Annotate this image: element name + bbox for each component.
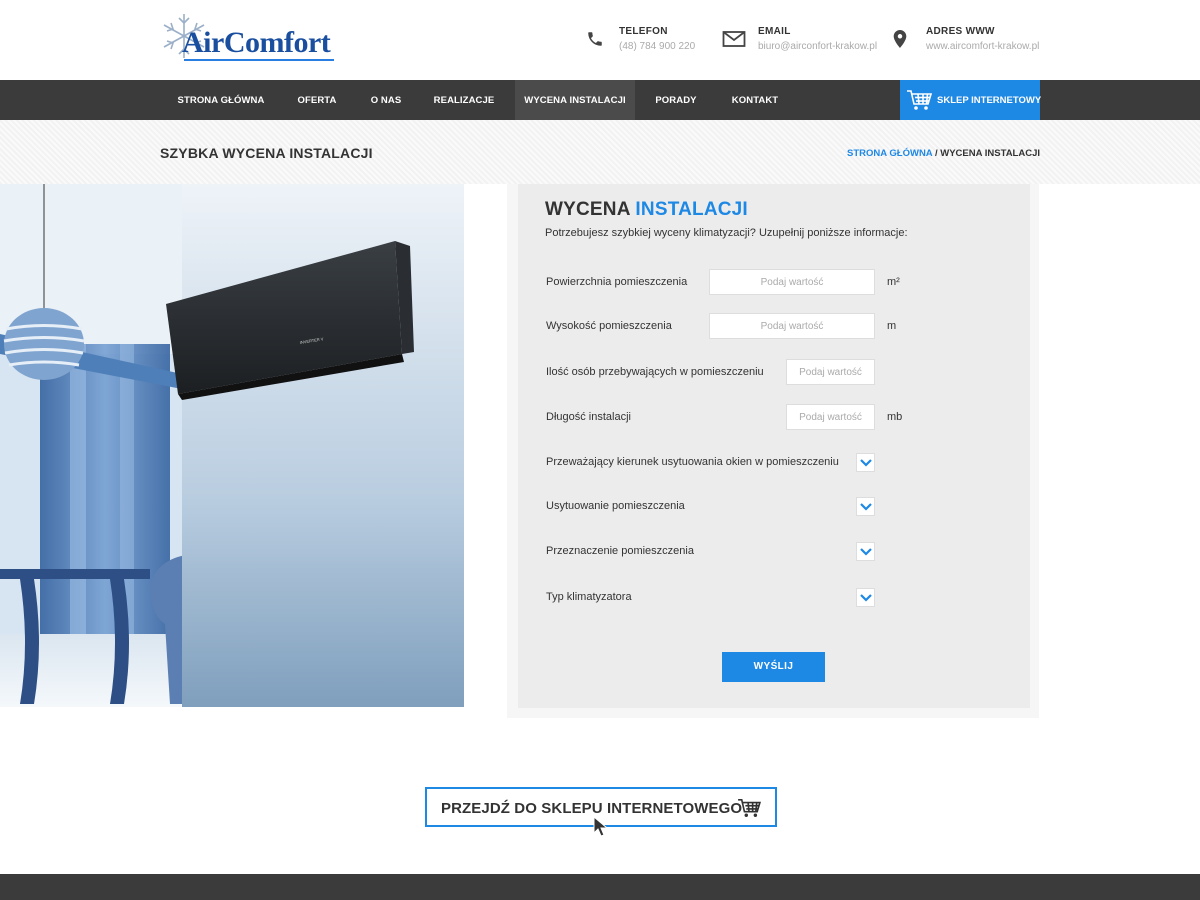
form-subtitle: Potrzebujesz szybkiej wyceny klimatyzacj… — [545, 227, 908, 239]
site-header: AirComfort TELEFON (48) 784 900 220 EMAI… — [0, 0, 1200, 80]
contact-email-value[interactable]: biuro@airconfort-krakow.pl — [758, 41, 877, 52]
contact-phone: TELEFON (48) 784 900 220 — [586, 24, 706, 60]
field-label-length: Długość instalacji — [546, 411, 631, 423]
field-unit-area: m² — [887, 276, 900, 288]
nav-item-kontakt[interactable]: KONTAKT — [720, 80, 790, 120]
breadcrumb-home-link[interactable]: STRONA GŁÓWNA — [847, 148, 932, 159]
air-conditioner-room-illustration: INVERTER V — [0, 184, 464, 707]
people-input[interactable] — [786, 359, 875, 385]
submit-button[interactable]: WYŚLIJ — [722, 652, 825, 682]
room-purpose-select[interactable] — [856, 542, 875, 561]
main-nav: STRONA GŁÓWNA OFERTA O NAS REALIZACJE WY… — [0, 80, 1200, 120]
field-label-area: Powierzchnia pomieszczenia — [546, 276, 688, 288]
page-title: SZYBKA WYCENA INSTALACJI — [160, 145, 373, 161]
title-band: SZYBKA WYCENA INSTALACJI STRONA GŁÓWNA /… — [0, 120, 1200, 184]
form-title: WYCENA INSTALACJI — [545, 199, 748, 221]
contact-phone-value[interactable]: (48) 784 900 220 — [619, 41, 695, 52]
logo-underline — [184, 59, 334, 61]
chevron-down-icon — [860, 548, 872, 556]
field-unit-height: m — [887, 320, 897, 332]
hero-image: INVERTER V — [0, 184, 464, 707]
contact-email: EMAIL biuro@airconfort-krakow.pl — [722, 24, 882, 60]
contact-phone-label: TELEFON — [619, 26, 668, 37]
contact-www-label: ADRES WWW — [926, 26, 995, 37]
envelope-icon — [722, 31, 746, 47]
select-label-purpose: Przeznaczenie pomieszczenia — [546, 545, 694, 557]
field-label-people: Ilość osób przebywających w pomieszczeni… — [546, 366, 764, 378]
field-unit-length: mb — [887, 411, 903, 423]
length-input[interactable] — [786, 404, 875, 430]
cart-icon — [738, 799, 761, 817]
logo-text: AirComfort — [182, 26, 331, 59]
field-label-height: Wysokość pomieszczenia — [546, 320, 672, 332]
select-label-windows: Przeważający kierunek usytuowania okien … — [546, 456, 839, 468]
mouse-pointer-icon — [593, 816, 609, 837]
area-input[interactable] — [709, 269, 875, 295]
chevron-down-icon — [860, 503, 872, 511]
contact-www-value[interactable]: www.aircomfort-krakow.pl — [926, 41, 1039, 52]
select-label-location: Usytuowanie pomieszczenia — [546, 500, 685, 512]
breadcrumb-current: WYCENA INSTALACJI — [940, 148, 1040, 159]
contact-email-label: EMAIL — [758, 26, 791, 37]
shop-button-label: SKLEP INTERNETOWY — [937, 95, 1042, 106]
ac-type-select[interactable] — [856, 588, 875, 607]
chevron-down-icon — [860, 594, 872, 602]
height-input[interactable] — [709, 313, 875, 339]
nav-item-o-nas[interactable]: O NAS — [358, 80, 414, 120]
nav-item-home[interactable]: STRONA GŁÓWNA — [166, 80, 276, 120]
phone-icon — [588, 32, 602, 46]
nav-item-oferta[interactable]: OFERTA — [286, 80, 348, 120]
room-location-select[interactable] — [856, 497, 875, 516]
select-label-ac-type: Typ klimatyzatora — [546, 591, 632, 603]
map-pin-icon — [893, 30, 907, 48]
nav-item-realizacje[interactable]: REALIZACJE — [424, 80, 504, 120]
windows-direction-select[interactable] — [856, 453, 875, 472]
breadcrumb: STRONA GŁÓWNA / WYCENA INSTALACJI — [847, 148, 1040, 159]
go-to-shop-label: PRZEJDŹ DO SKLEPU INTERNETOWEGO — [441, 800, 743, 817]
quote-form — [518, 184, 1030, 708]
shop-button[interactable]: SKLEP INTERNETOWY — [900, 80, 1042, 120]
nav-item-porady[interactable]: PORADY — [644, 80, 708, 120]
chevron-down-icon — [860, 459, 872, 467]
logo[interactable]: AirComfort — [160, 12, 340, 64]
cart-icon — [907, 90, 932, 110]
form-title-main: WYCENA — [545, 199, 636, 220]
nav-item-wycena[interactable]: WYCENA INSTALACJI — [515, 80, 635, 120]
form-title-accent: INSTALACJI — [635, 199, 748, 220]
contact-www: ADRES WWW www.aircomfort-krakow.pl — [893, 24, 1043, 60]
footer — [0, 874, 1200, 900]
